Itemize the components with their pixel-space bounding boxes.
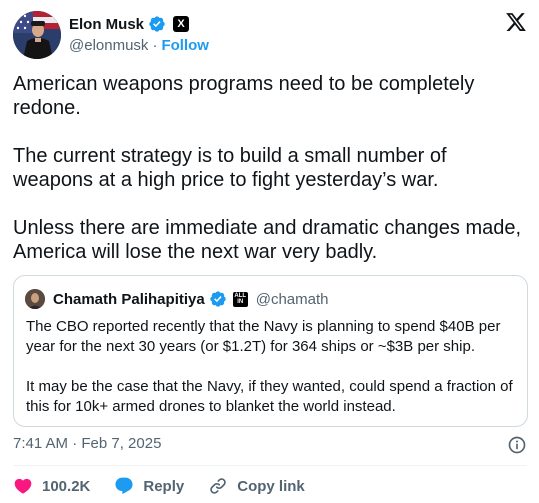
like-button[interactable]: 100.2K	[13, 476, 90, 496]
quoted-author-avatar	[25, 289, 45, 309]
author-name-row: Elon Musk X	[69, 14, 190, 34]
handle-separator: ·	[152, 37, 158, 54]
quoted-paragraph: The CBO reported recently that the Navy …	[26, 318, 501, 355]
tweet-paragraph: Unless there are immediate and dramatic …	[13, 217, 522, 263]
timestamp-row: 7:41 AM · Feb 7, 2025	[13, 435, 527, 455]
tweet-card: Elon Musk X @elonmusk · Follow American …	[0, 0, 539, 503]
action-bar: 100.2K Reply Copy link	[13, 474, 329, 498]
copy-link-button[interactable]: Copy link	[208, 476, 305, 496]
quoted-tweet-text: The CBO reported recently that the Navy …	[26, 317, 521, 437]
heart-icon	[14, 478, 32, 494]
author-avatar[interactable]	[13, 11, 61, 59]
reply-bubble-icon	[115, 477, 133, 495]
tweet-text: American weapons programs need to be com…	[13, 72, 523, 288]
reply-button[interactable]: Reply	[114, 476, 184, 496]
quoted-author-handle: @chamath	[255, 290, 329, 308]
verified-badge-icon	[148, 15, 166, 33]
copy-link-label: Copy link	[237, 477, 305, 495]
like-count: 100.2K	[42, 477, 91, 495]
quoted-paragraph: It may be the case that the Navy, if the…	[26, 378, 513, 415]
x-logo-icon[interactable]	[505, 11, 527, 33]
link-icon	[210, 478, 226, 494]
reply-label: Reply	[143, 477, 185, 495]
affiliation-badge[interactable]: X	[173, 16, 190, 32]
quoted-tweet-header: Chamath Palihapitiya ALL IN @chamath	[25, 288, 328, 310]
quoted-tweet[interactable]: Chamath Palihapitiya ALL IN @chamath The…	[13, 275, 528, 427]
tweet-paragraph: American weapons programs need to be com…	[13, 73, 475, 119]
divider	[13, 465, 527, 466]
avatar-image	[13, 11, 61, 59]
follow-button[interactable]: Follow	[161, 37, 209, 54]
tweet-timestamp[interactable]: 7:41 AM · Feb 7, 2025	[13, 435, 161, 452]
info-icon[interactable]	[507, 435, 527, 455]
author-handle-row: @elonmusk · Follow	[69, 37, 209, 54]
verified-badge-icon	[209, 290, 227, 308]
tweet-paragraph: The current strategy is to build a small…	[13, 145, 447, 191]
quoted-org-badge: ALL IN	[232, 291, 248, 307]
quoted-author-name: Chamath Palihapitiya	[53, 290, 205, 308]
author-handle[interactable]: @elonmusk	[69, 37, 148, 54]
author-name[interactable]: Elon Musk	[69, 16, 144, 33]
